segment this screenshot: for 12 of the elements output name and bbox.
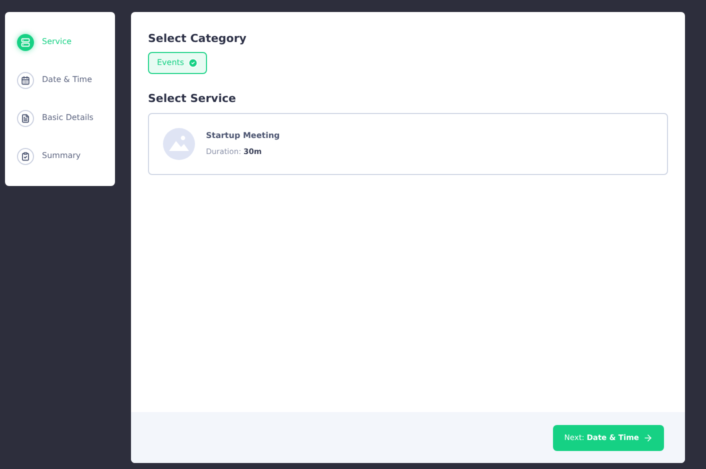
step-item[interactable]: Date & Time xyxy=(17,68,103,92)
clipboard-check-icon xyxy=(17,148,34,164)
step-item[interactable]: Summary xyxy=(17,144,103,168)
arrow-right-icon xyxy=(643,432,653,442)
calendar-icon xyxy=(17,72,34,88)
check-icon xyxy=(188,58,198,68)
step-item[interactable]: Basic Details xyxy=(17,106,103,130)
service-name: Startup Meeting xyxy=(206,130,280,142)
document-icon xyxy=(17,110,34,126)
section-heading: Select Service xyxy=(148,91,237,107)
section-heading: Select Category xyxy=(148,31,248,47)
server-icon xyxy=(17,34,34,50)
